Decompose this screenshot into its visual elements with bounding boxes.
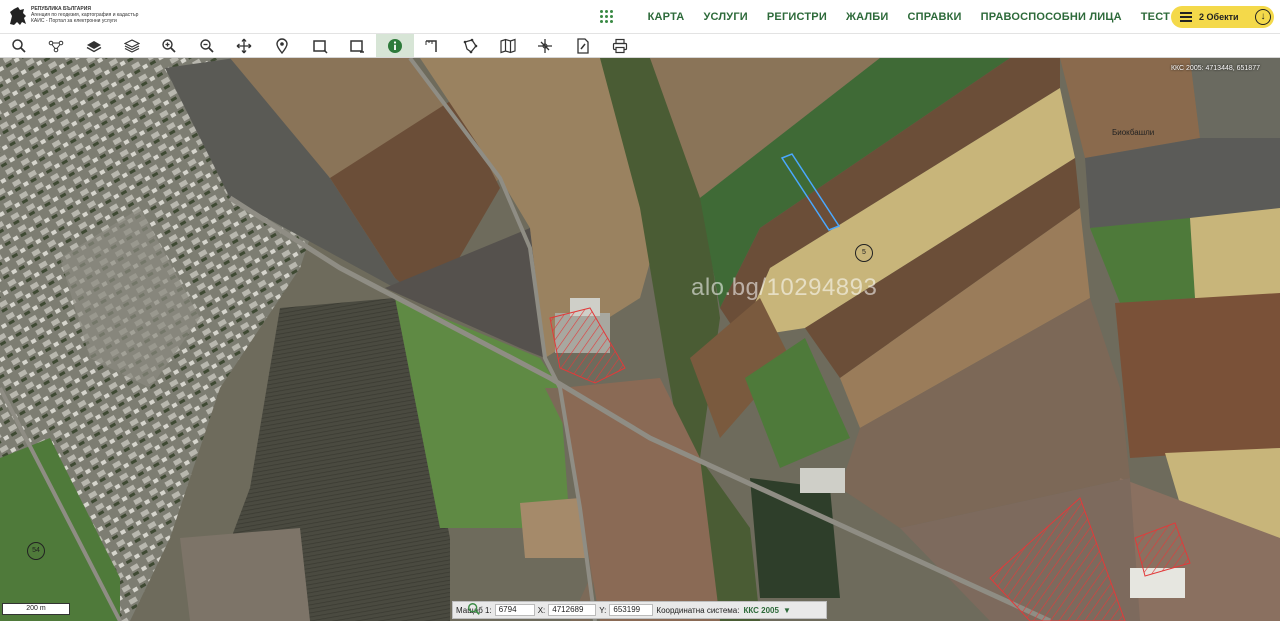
download-icon[interactable]: ↓ [1255, 9, 1271, 25]
print-icon [613, 38, 628, 53]
tool-measure-line[interactable] [414, 34, 452, 57]
tool-layers[interactable] [75, 34, 113, 57]
edit-doc-icon [577, 37, 589, 54]
org-line-3: КАИС - Портал за електронни услуги [31, 18, 117, 24]
info-icon [387, 38, 402, 53]
nav-item-map[interactable]: КАРТА [648, 11, 685, 23]
watermark: alo.bg/10294893 [691, 274, 878, 301]
scale-bar: 200 m [2, 603, 70, 615]
coordinate-system-select[interactable]: ККС 2005 [743, 606, 778, 615]
tool-info[interactable] [375, 34, 414, 57]
parcel-marker[interactable]: 5 [855, 244, 873, 262]
coordinate-system-label: Координатна система: [656, 605, 740, 615]
tool-map[interactable] [489, 34, 527, 57]
location-pin-icon [276, 37, 288, 54]
tool-layers-stack[interactable] [113, 34, 151, 57]
select-rect-icon [312, 39, 328, 54]
triangle-down-icon[interactable]: ▼ [783, 606, 791, 615]
lion-emblem-icon[interactable] [6, 4, 30, 28]
tool-network[interactable] [38, 34, 76, 57]
tool-location[interactable] [263, 34, 301, 57]
x-label: X: [537, 605, 546, 615]
nav-item-test[interactable]: ТЕСТ [1141, 11, 1170, 23]
search-icon [12, 38, 26, 53]
tool-pan[interactable] [226, 34, 264, 57]
main-nav: КАРТА УСЛУГИ РЕГИСТРИ ЖАЛБИ СПРАВКИ ПРАВ… [599, 0, 1170, 33]
tool-select-rect[interactable] [301, 34, 339, 57]
layers-stack-icon [123, 38, 140, 53]
agency-title: РЕПУБЛИКА БЪЛГАРИЯ Агенция по геодезия, … [31, 6, 141, 24]
measure-line-icon [425, 39, 438, 52]
tool-zoom-in[interactable] [150, 34, 188, 57]
zoom-out-icon [200, 38, 214, 53]
map-canvas[interactable]: ККС 2005: 4713448, 651877 Биокбашли alo.… [0, 58, 1280, 621]
network-icon [49, 40, 64, 52]
top-bar: РЕПУБЛИКА БЪЛГАРИЯ Агенция по геодезия, … [0, 0, 1280, 34]
pan-icon [236, 38, 252, 53]
tool-draw-polygon[interactable] [451, 34, 489, 57]
apps-grid-icon[interactable] [599, 9, 614, 24]
satellite-imagery [0, 58, 1280, 621]
hamburger-icon [1180, 12, 1192, 22]
objects-label: 2 Обекти [1199, 12, 1239, 22]
place-name-label: Биокбашли [1112, 128, 1155, 137]
tool-search[interactable] [0, 34, 38, 57]
zoom-in-icon [162, 38, 176, 53]
tool-edit-doc[interactable] [564, 34, 602, 57]
nav-item-registers[interactable]: РЕГИСТРИ [767, 11, 827, 23]
tool-crop[interactable] [526, 34, 564, 57]
magnifier-icon[interactable] [467, 602, 481, 616]
layers-icon [86, 40, 102, 52]
nav-item-services[interactable]: УСЛУГИ [703, 11, 747, 23]
x-coordinate-field[interactable]: 4712689 [548, 604, 597, 616]
select-rect-add-icon [350, 39, 365, 53]
parcel-marker[interactable]: 54 [27, 542, 45, 560]
nav-item-complaints[interactable]: ЖАЛБИ [846, 11, 889, 23]
tool-zoom-out[interactable] [188, 34, 226, 57]
nav-item-licensed-persons[interactable]: ПРАВОСПОСОБНИ ЛИЦА [981, 11, 1122, 23]
y-label: Y: [599, 605, 607, 615]
nav-item-reports[interactable]: СПРАВКИ [908, 11, 962, 23]
coordinate-status-bar: Мащаб 1: 6794 X: 4712689 Y: 653199 Коорд… [452, 601, 827, 619]
scale-input[interactable]: 6794 [494, 604, 535, 616]
map-icon [499, 38, 516, 53]
tool-print[interactable] [602, 34, 640, 57]
map-toolbar [0, 34, 1280, 58]
draw-polygon-icon [463, 38, 478, 53]
crop-icon [538, 38, 553, 53]
corner-coordinates: ККС 2005: 4713448, 651877 [1170, 65, 1260, 72]
y-coordinate-field[interactable]: 653199 [609, 604, 654, 616]
tool-select-rect-add[interactable] [338, 34, 376, 57]
objects-button[interactable]: 2 Обекти ↓ [1171, 6, 1274, 28]
